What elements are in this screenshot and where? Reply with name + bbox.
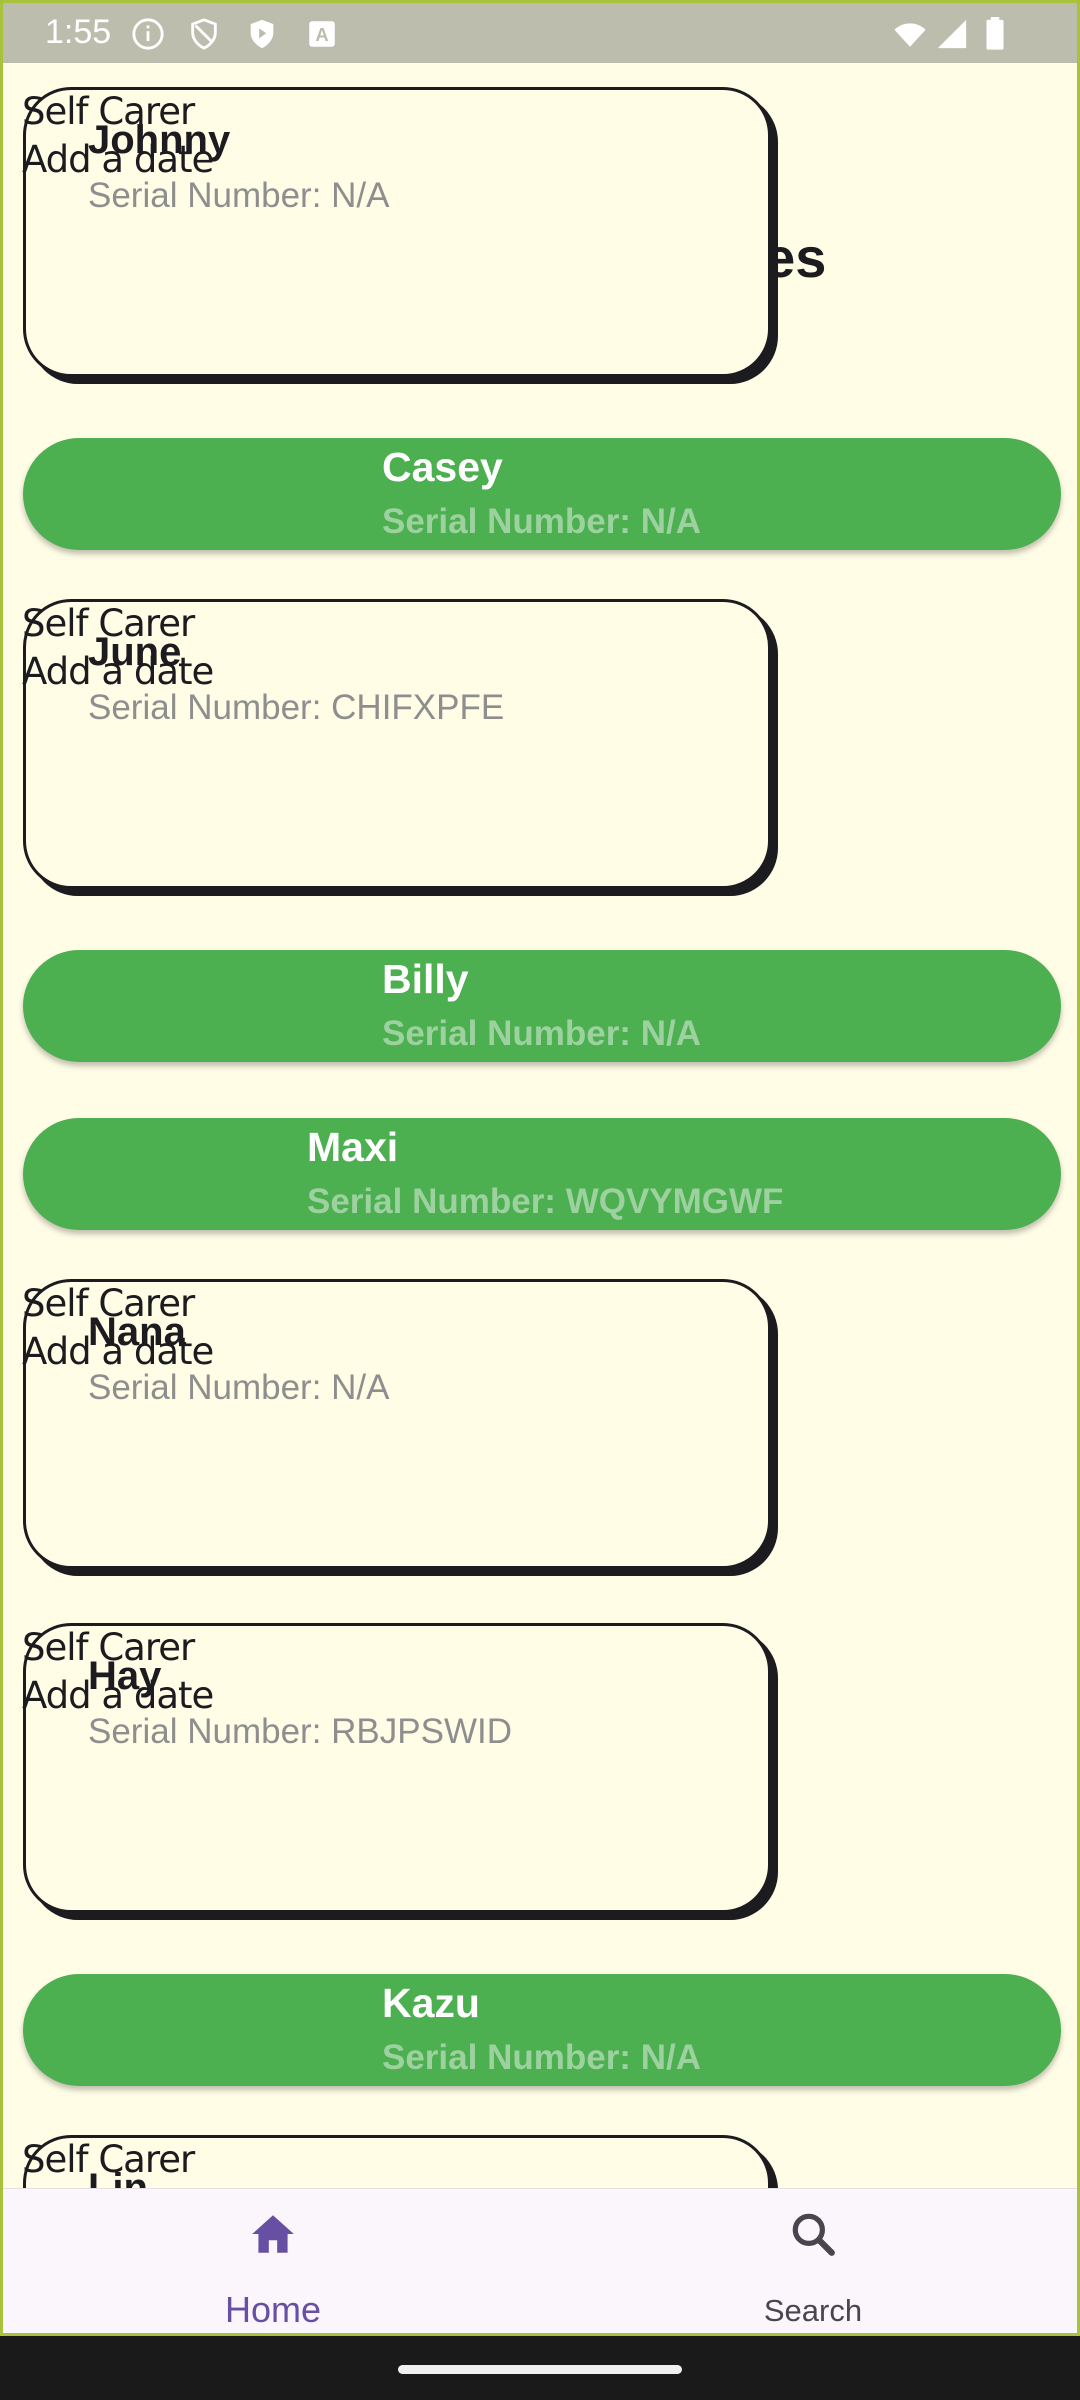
status-bar: 1:55 A [3,3,1077,63]
nav-search[interactable]: Search [543,2189,1077,2333]
contact-pill[interactable]: Billy Serial Number: N/A [23,950,1061,1062]
nav-home[interactable]: Home [3,2189,543,2333]
add-date-link[interactable]: Add a date [22,138,214,181]
contact-name: Casey [382,444,503,490]
add-date-link[interactable]: Add a date [22,650,214,693]
contact-pill[interactable]: Casey Serial Number: N/A [23,438,1061,550]
battery-icon [986,17,1004,50]
signal-icon [937,19,967,49]
contact-name: Maxi [307,1124,399,1170]
contact-serial: Serial Number: N/A [88,176,390,215]
info-icon [132,18,164,50]
contact-role: Self Carer [22,2138,195,2181]
text-a-icon: A [309,21,335,47]
contact-card[interactable]: June Serial Number: CHIFXPFE Self Carer … [22,599,771,889]
contact-card[interactable]: Johnny Serial Number: N/A Self Carer Add… [22,87,771,377]
contact-serial: Serial Number: N/A [88,1368,390,1407]
svg-text:A: A [315,24,328,45]
contact-role: Self Carer [22,1282,195,1325]
contact-role: Self Carer [22,602,195,645]
nav-home-label: Home [224,2289,322,2330]
add-date-link[interactable]: Add a date [22,1674,214,1717]
contact-role: Self Carer [22,90,195,133]
nav-search-label: Search [763,2293,863,2328]
contact-card[interactable]: Lin Self Carer [22,2135,771,2188]
contact-name: Kazu [382,1980,480,2026]
contact-name: Billy [382,956,469,1002]
shield-outline-icon [191,18,217,50]
contact-serial: Serial Number: RBJPSWID [88,1712,512,1751]
contact-serial: Serial Number: CHIFXPFE [88,688,505,727]
bottom-navigation: Home Search [3,2188,1077,2333]
app-screen: 1:55 A kes Johnny Serial Number: N/A Sel… [0,0,1080,2336]
contact-card[interactable]: Nana Serial Number: N/A Self Carer Add a… [22,1279,771,1569]
contact-serial: Serial Number: WQVYMGWF [307,1182,784,1221]
contact-role: Self Carer [22,1626,195,1669]
wifi-icon [894,23,926,47]
add-date-link[interactable]: Add a date [22,1330,214,1373]
contact-pill[interactable]: Maxi Serial Number: WQVYMGWF [23,1118,1061,1230]
contact-pill[interactable]: Kazu Serial Number: N/A [23,1974,1061,2086]
home-icon [252,2215,294,2253]
shield-play-icon [250,19,274,49]
search-icon [792,2213,835,2256]
gesture-handle[interactable] [398,2365,682,2374]
contact-list[interactable]: kes Johnny Serial Number: N/A Self Carer… [3,63,1077,2188]
contact-serial: Serial Number: N/A [382,2038,701,2077]
contact-serial: Serial Number: N/A [382,1014,701,1053]
contact-serial: Serial Number: N/A [382,502,701,541]
contact-card[interactable]: Hay Serial Number: RBJPSWID Self Carer A… [22,1623,771,1913]
status-time: 1:55 [45,13,112,51]
